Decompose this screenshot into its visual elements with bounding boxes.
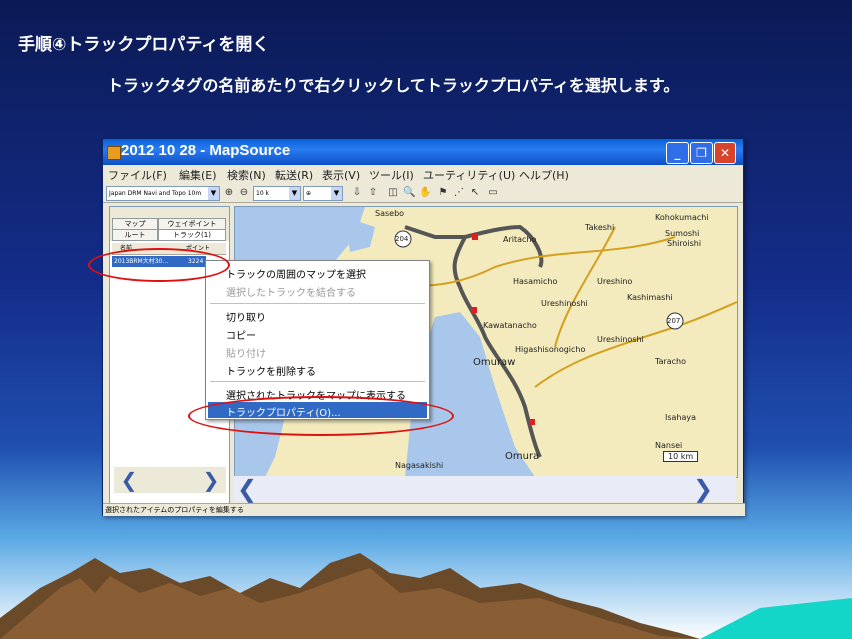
menu-help[interactable]: ヘルプ(H) — [519, 167, 569, 183]
menu-search[interactable]: 検索(N) — [227, 167, 266, 183]
close-button[interactable]: ✕ — [714, 142, 736, 164]
map-place-label: Omuraw — [473, 357, 516, 368]
select-tool-icon[interactable]: ↖ — [469, 187, 481, 199]
slide-subtitle: トラックタグの名前あたりで右クリックしてトラックプロパティを選択します。 — [107, 76, 680, 95]
road-badge: 207 — [667, 317, 681, 325]
map-place-label: Higashisonogicho — [515, 345, 586, 354]
tab-route[interactable]: ルート — [112, 229, 158, 241]
waypoint-tool-icon[interactable]: ⚑ — [437, 187, 449, 199]
map-horizontal-nav: ❮ ❯ — [234, 476, 736, 502]
map-place-label: Ureshinoshi — [597, 335, 644, 344]
menu-item-cut[interactable]: 切り取り — [226, 309, 266, 324]
magnify-tool-icon[interactable]: 🔍 — [403, 187, 415, 199]
status-bar: 選択されたアイテムのプロパティを編集する — [103, 503, 745, 516]
menu-item-delete-track[interactable]: トラックを削除する — [226, 363, 316, 378]
menu-edit[interactable]: 編集(E) — [179, 167, 217, 183]
maximize-button[interactable]: ❐ — [690, 142, 713, 164]
map-place-label: Sasebo — [375, 209, 405, 218]
map-place-label: Hasamicho — [513, 277, 558, 286]
map-place-label: Aritacho — [503, 235, 537, 244]
panel-nav: ❮ ❯ — [114, 467, 226, 493]
map-place-label: Kohokumachi — [655, 213, 709, 222]
map-product-value: Japan DRM Navi and Topo 10m — [109, 190, 202, 197]
zoom-level-value: 10 k — [256, 190, 270, 197]
receive-device-icon[interactable]: ⇩ — [351, 187, 363, 199]
scroll-right-icon[interactable]: ❯ — [200, 467, 222, 493]
map-place-label: Isahaya — [665, 413, 697, 422]
route-tool-icon[interactable]: ⋰ — [453, 187, 465, 199]
annotation-ellipse-track — [88, 248, 230, 282]
map-place-label: Ureshino — [597, 277, 633, 286]
road-badge: 204 — [395, 235, 409, 243]
zoom-tool-icon[interactable]: ◫ — [387, 187, 399, 199]
menu-separator — [210, 303, 425, 304]
menu-utility[interactable]: ユーティリティ(U) — [423, 167, 515, 183]
hand-tool-icon[interactable]: ✋ — [419, 187, 431, 199]
menu-separator — [210, 381, 425, 382]
tab-track[interactable]: トラック(1) — [158, 229, 226, 241]
map-place-label: Sumoshi — [665, 229, 700, 238]
menu-item-select-map[interactable]: トラックの周囲のマップを選択 — [226, 266, 366, 281]
menu-view[interactable]: 表示(V) — [322, 167, 360, 183]
toolbar: Japan DRM Navi and Topo 10m ▼ ⊕ ⊖ 10 k ▼… — [103, 184, 743, 203]
map-scale: 10 km — [663, 451, 699, 462]
zoom-in-icon[interactable]: ⊕ — [223, 187, 235, 199]
map-place-label: Omura — [505, 451, 540, 462]
mountain-illustration — [0, 553, 852, 639]
pan-right-icon[interactable]: ❯ — [692, 476, 714, 502]
map-place-label: Kashimashi — [627, 293, 673, 302]
chevron-down-icon[interactable]: ▼ — [331, 187, 342, 200]
panel-tabs: マップ ウェイポイント ルート トラック(1) — [110, 207, 229, 241]
menu-file[interactable]: ファイル(F) — [108, 167, 167, 183]
map-place-label: Nansei — [655, 441, 683, 450]
send-device-icon[interactable]: ⇧ — [367, 187, 379, 199]
measure-tool-icon[interactable]: ▭ — [487, 187, 499, 199]
menu-transfer[interactable]: 転送(R) — [275, 167, 313, 183]
scroll-left-icon[interactable]: ❮ — [118, 467, 140, 493]
map-place-label: Ureshinoshi — [541, 299, 588, 308]
detail-select[interactable]: ⊕ ▼ — [303, 186, 343, 201]
detail-icon: ⊕ — [306, 190, 312, 197]
app-icon — [107, 146, 121, 160]
map-place-label: Nagasakishi — [395, 461, 444, 470]
title-bar[interactable]: 2012 10 28 - MapSource _ ❐ ✕ — [103, 139, 743, 165]
menu-tools[interactable]: ツール(I) — [369, 167, 414, 183]
chevron-down-icon[interactable]: ▼ — [289, 187, 300, 200]
pan-left-icon[interactable]: ❮ — [236, 476, 258, 502]
menu-item-copy[interactable]: コピー — [226, 327, 256, 342]
zoom-level-select[interactable]: 10 k ▼ — [253, 186, 301, 201]
chevron-down-icon[interactable]: ▼ — [208, 187, 219, 200]
map-product-select[interactable]: Japan DRM Navi and Topo 10m ▼ — [106, 186, 220, 201]
zoom-out-icon[interactable]: ⊖ — [238, 187, 250, 199]
minimize-button[interactable]: _ — [666, 142, 689, 164]
map-place-label: Taracho — [655, 357, 687, 366]
window-title: 2012 10 28 - MapSource — [121, 142, 291, 159]
map-place-label: Kawatanacho — [483, 321, 537, 330]
map-place-label: Takeshi — [585, 223, 615, 232]
menu-bar: ファイル(F) 編集(E) 検索(N) 転送(R) 表示(V) ツール(I) ユ… — [103, 165, 743, 183]
slide-title: 手順④トラックプロパティを開く — [18, 35, 270, 55]
menu-item-paste[interactable]: 貼り付け — [226, 345, 266, 360]
map-place-label: Shiroishi — [667, 239, 702, 248]
annotation-ellipse-properties — [188, 396, 454, 436]
menu-item-join-tracks[interactable]: 選択したトラックを結合する — [226, 284, 356, 299]
